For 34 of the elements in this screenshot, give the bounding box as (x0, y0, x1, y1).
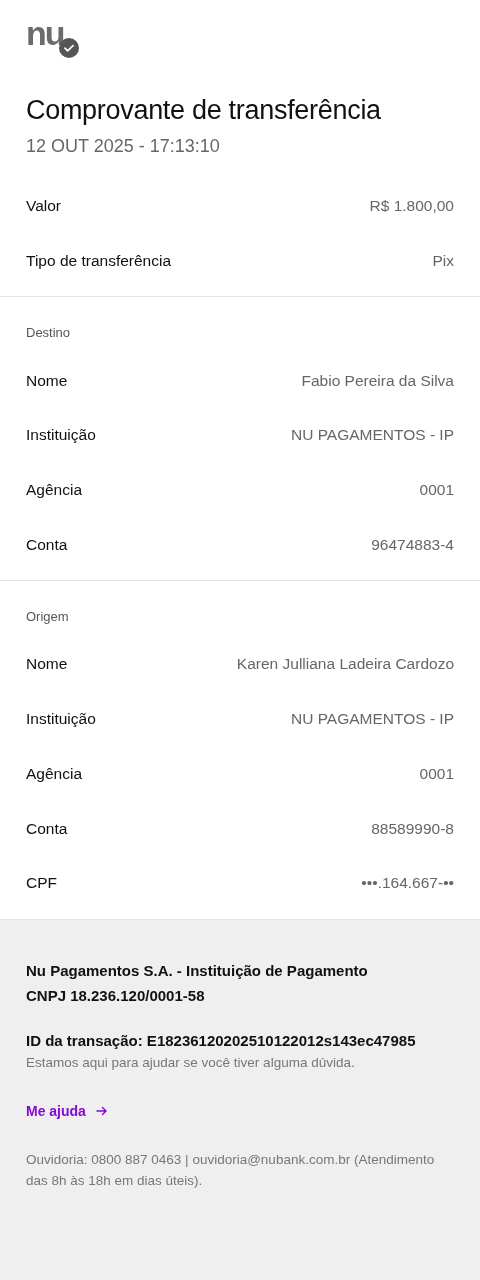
field-value: Pix (432, 252, 454, 271)
field-label: Valor (26, 197, 62, 216)
field-value: R$ 1.800,00 (369, 197, 454, 216)
page-title: Comprovante de transferência (26, 94, 382, 127)
help-link[interactable]: Me ajuda (26, 1102, 108, 1119)
ombudsman-info: Ouvidoria: 0800 887 0463 | ouvidoria@nubank.com.br (Atendimento das 8h às 18h em dias úteis). (26, 1150, 436, 1190)
field-label: Conta (26, 819, 68, 838)
field-value: NU PAGAMENTOS - IP (290, 426, 454, 445)
field-label: Instituição (26, 710, 96, 729)
field-label: CPF (26, 874, 57, 893)
section-heading: Origem (26, 608, 70, 627)
field-value: 88589990-8 (371, 819, 454, 838)
field-label: Agência (26, 481, 82, 500)
company-name: Nu Pagamentos S.A. - Instituição de Pagamento (26, 960, 368, 981)
field-label: Nome (26, 655, 68, 674)
arrow-right-icon (95, 1104, 108, 1117)
transaction-id: ID da transação: E18236120202510122012s143ec47985 (26, 1030, 416, 1051)
field-value: 0001 (419, 764, 454, 783)
field-value: 96474883-4 (371, 535, 454, 554)
field-label: Conta (26, 535, 68, 554)
transfer-datetime: 12 OUT 2025 - 17:13:10 (26, 136, 221, 157)
field-value: NU PAGAMENTOS - IP (290, 710, 454, 729)
field-label: Instituição (26, 426, 96, 445)
company-cnpj: CNPJ 18.236.120/0001-58 (26, 985, 205, 1006)
field-label: Agência (26, 764, 82, 783)
field-value: Karen Julliana Ladeira Cardozo (236, 655, 454, 674)
field-label: Tipo de transferência (26, 252, 172, 271)
field-value: •••.164.667-•• (361, 874, 454, 893)
section-heading: Destino (26, 324, 72, 343)
logo: nu (26, 18, 64, 48)
field-label: Nome (26, 371, 68, 390)
field-value: Fabio Pereira da Silva (301, 371, 454, 390)
field-value: 0001 (419, 481, 454, 500)
help-text: Estamos aqui para ajudar se você tiver alguma dúvida. (26, 1053, 355, 1072)
